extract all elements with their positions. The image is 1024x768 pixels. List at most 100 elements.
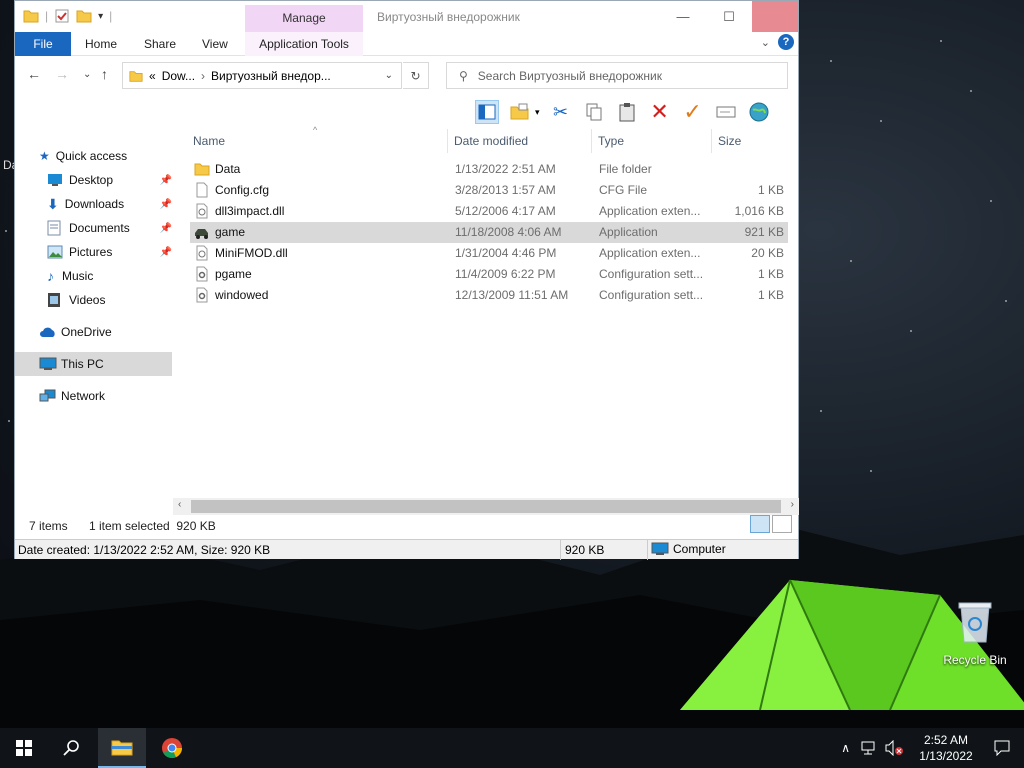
file-row[interactable]: MiniFMOD.dll 1/31/2004 4:46 PM Applicati… [190, 243, 788, 264]
action-center-button[interactable] [980, 740, 1024, 756]
up-arrow-icon[interactable]: ↑ [101, 66, 108, 82]
breadcrumb-overflow[interactable]: « [149, 69, 156, 83]
pin-icon[interactable]: 📌 [160, 247, 172, 258]
game-app-icon [195, 229, 208, 239]
nav-item-music[interactable]: ♪ Music [47, 264, 172, 288]
horizontal-scrollbar[interactable]: ‹ › [173, 498, 799, 515]
nav-item-network[interactable]: Network [39, 384, 196, 408]
network-status-icon[interactable] [860, 740, 878, 756]
globe-icon[interactable] [747, 100, 771, 124]
close-button[interactable] [752, 1, 798, 32]
recycle-bin[interactable]: Recycle Bin [940, 600, 1010, 667]
nav-item-documents[interactable]: Documents 📌 [47, 216, 172, 240]
file-type: File folder [599, 162, 652, 176]
status-bar: 7 items 1 item selected 920 KB [15, 515, 798, 537]
new-folder-icon[interactable] [76, 8, 92, 24]
file-date: 11/18/2008 4:06 AM [455, 225, 562, 239]
checkmark-icon[interactable]: ✓ [681, 99, 705, 124]
tab-file[interactable]: File [15, 32, 71, 56]
taskbar-chrome[interactable] [148, 728, 196, 768]
refresh-button[interactable]: ↻ [403, 62, 429, 89]
file-row[interactable]: windowed 12/13/2009 11:51 AM Configurati… [190, 285, 788, 306]
copy-icon[interactable] [582, 100, 606, 124]
breadcrumb-downloads[interactable]: Dow... [162, 69, 195, 83]
scroll-right-icon[interactable]: › [791, 499, 794, 510]
folder-options-icon[interactable] [508, 100, 532, 124]
maximize-button[interactable]: ☐ [706, 1, 752, 32]
cut-icon[interactable]: ✂ [549, 100, 573, 124]
file-name: dll3impact.dll [215, 204, 285, 218]
column-date-modified[interactable]: Date modified [454, 134, 528, 148]
nav-item-desktop[interactable]: Desktop 📌 [47, 168, 172, 192]
nav-item-videos[interactable]: Videos [47, 288, 172, 312]
show-hidden-icons-icon[interactable]: ∧ [841, 741, 850, 755]
paste-icon[interactable] [615, 100, 639, 124]
tab-home[interactable]: Home [85, 32, 117, 56]
column-type[interactable]: Type [598, 134, 624, 148]
rename-icon[interactable] [714, 100, 738, 124]
address-bar[interactable]: « Dow... › Виртуозный внедор... ⌄ [122, 62, 402, 89]
view-switcher [750, 515, 792, 533]
details-view-icon[interactable] [750, 515, 770, 533]
item-count: 7 items [29, 519, 68, 533]
sort-ascending-icon: ^ [313, 125, 318, 135]
scrollbar-thumb[interactable] [191, 500, 781, 513]
back-arrow-icon[interactable]: ← [27, 66, 41, 82]
tab-share[interactable]: Share [144, 32, 176, 56]
nav-item-downloads[interactable]: ⬇ Downloads 📌 [47, 192, 172, 216]
breadcrumb-current[interactable]: Виртуозный внедор... [211, 69, 331, 83]
nav-item-this-pc[interactable]: This PC [15, 352, 172, 376]
file-name: pgame [215, 267, 252, 281]
file-row[interactable]: pgame 11/4/2009 6:22 PM Configuration se… [190, 264, 788, 285]
title-bar[interactable]: | ▾ | Manage Виртуозный внедорожник — ☐ [15, 1, 798, 32]
file-row[interactable]: dll3impact.dll 5/12/2006 4:17 AM Applica… [190, 201, 788, 222]
column-divider[interactable] [447, 129, 448, 153]
file-row[interactable]: Data 1/13/2022 2:51 AM File folder [190, 159, 788, 180]
forward-arrow-icon[interactable]: → [55, 66, 69, 82]
clock[interactable]: 2:52 AM 1/13/2022 [912, 732, 980, 764]
explorer-window: | ▾ | Manage Виртуозный внедорожник — ☐ … [14, 0, 799, 560]
computer-icon [651, 542, 669, 555]
tab-view[interactable]: View [202, 32, 228, 56]
file-row[interactable]: game 11/18/2008 4:06 AM Application 921 … [190, 222, 788, 243]
minimize-button[interactable]: — [660, 1, 706, 32]
pin-icon[interactable]: 📌 [160, 175, 172, 186]
nav-quick-access[interactable]: ★ Quick access [39, 144, 196, 168]
chrome-icon [162, 738, 183, 759]
volume-muted-icon[interactable] [884, 740, 904, 756]
file-row[interactable]: Config.cfg 3/28/2013 1:57 AM CFG File 1 … [190, 180, 788, 201]
pin-icon[interactable]: 📌 [160, 199, 172, 210]
delete-icon[interactable]: ✕ [648, 99, 672, 124]
help-icon[interactable]: ? [778, 34, 794, 50]
search-input[interactable]: ⚲ Search Виртуозный внедорожник [446, 62, 788, 89]
start-button[interactable] [0, 728, 48, 768]
column-size[interactable]: Size [718, 134, 741, 148]
large-icons-view-icon[interactable] [772, 515, 792, 533]
nav-label: Pictures [69, 245, 113, 259]
details-created: Date created: 1/13/2022 2:52 AM, Size: 9… [18, 543, 271, 557]
nav-item-onedrive[interactable]: OneDrive [39, 320, 196, 344]
pin-icon[interactable]: 📌 [160, 223, 172, 234]
column-divider[interactable] [591, 129, 592, 153]
file-name: game [215, 225, 246, 239]
dropdown-icon[interactable]: ▾ [535, 107, 540, 118]
breadcrumb-separator[interactable]: › [201, 69, 205, 83]
expand-ribbon-icon[interactable]: ⌄ [761, 36, 770, 49]
file-date: 1/13/2022 2:51 AM [455, 162, 556, 176]
tab-application-tools[interactable]: Application Tools [245, 32, 363, 56]
nav-item-pictures[interactable]: Pictures 📌 [47, 240, 172, 264]
preview-pane-icon[interactable] [475, 100, 499, 124]
column-name[interactable]: Name [193, 134, 225, 148]
column-divider[interactable] [711, 129, 712, 153]
column-header-row: ^ Name Date modified Type Size [187, 125, 792, 153]
nav-label: Documents [69, 221, 130, 235]
recent-locations-icon[interactable]: ⌄ [83, 69, 91, 80]
properties-icon[interactable] [54, 8, 70, 24]
qat-dropdown-icon[interactable]: ▾ [98, 11, 103, 22]
folder-icon[interactable] [23, 8, 39, 24]
file-size: 1 KB [757, 267, 784, 281]
scroll-left-icon[interactable]: ‹ [178, 499, 181, 510]
search-button[interactable] [48, 728, 96, 768]
address-dropdown-icon[interactable]: ⌄ [385, 70, 393, 81]
taskbar-file-explorer[interactable] [98, 728, 146, 768]
